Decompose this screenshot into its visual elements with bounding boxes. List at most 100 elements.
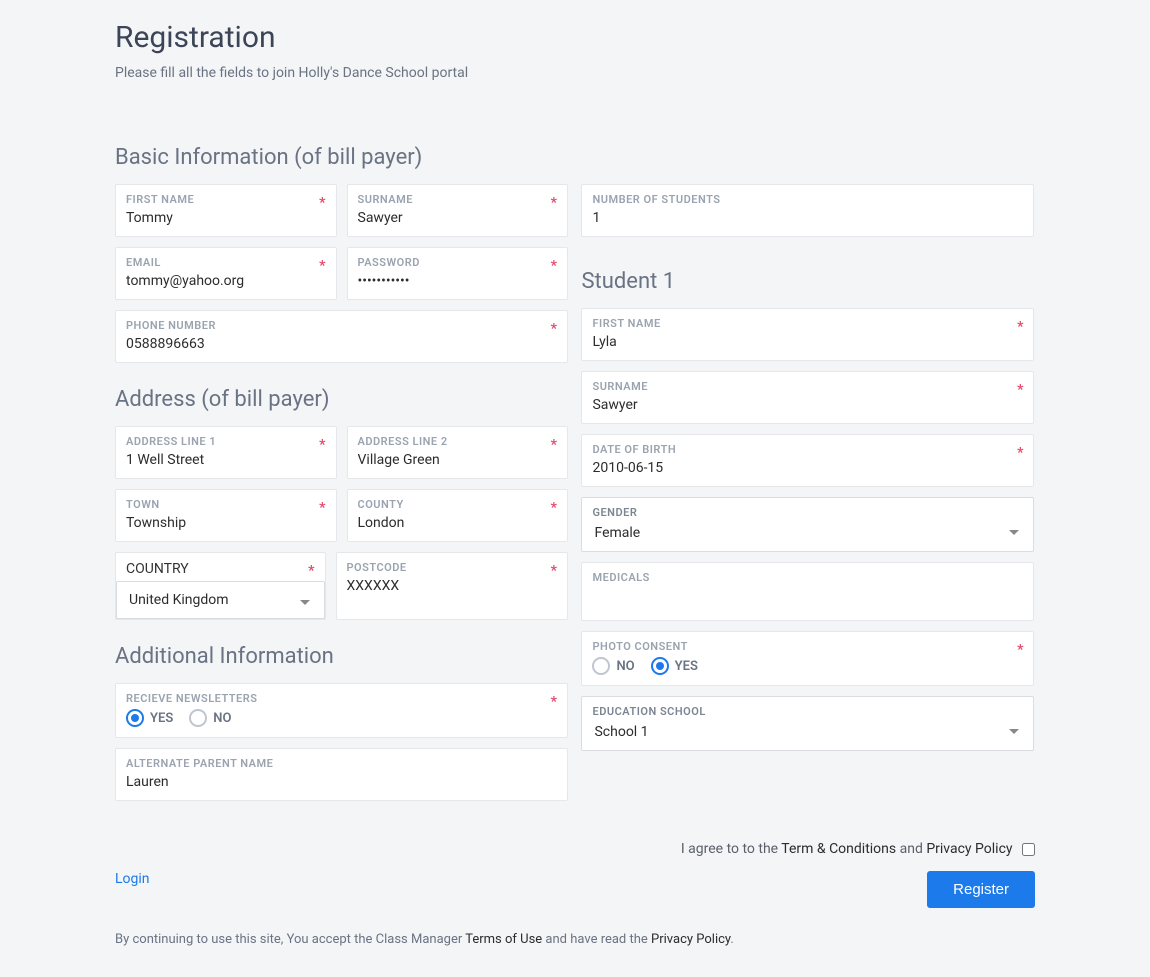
town-input[interactable] xyxy=(126,515,326,531)
radio-icon xyxy=(592,657,610,675)
student-first-name-input[interactable] xyxy=(592,334,1023,350)
privacy-policy-link[interactable]: Privacy Policy xyxy=(651,932,730,947)
required-mark: * xyxy=(319,500,325,516)
county-input[interactable] xyxy=(358,515,558,531)
section-additional-title: Additional Information xyxy=(115,644,568,669)
terms-of-use-link[interactable]: Terms of Use xyxy=(465,932,542,947)
gender-select[interactable]: GENDER Female xyxy=(581,497,1034,552)
photo-consent-yes-radio[interactable]: YES xyxy=(651,657,698,675)
student-dob-label: DATE OF BIRTH xyxy=(592,443,1023,456)
medicals-label: MEDICALS xyxy=(592,571,1023,584)
chevron-down-icon xyxy=(300,600,310,605)
country-value: United Kingdom xyxy=(129,592,229,608)
alt-parent-field[interactable]: ALTERNATE PARENT NAME xyxy=(115,748,568,801)
privacy-link[interactable]: Privacy Policy xyxy=(926,841,1012,857)
required-mark: * xyxy=(1017,382,1023,398)
first-name-label: FIRST NAME xyxy=(126,193,326,206)
required-mark: * xyxy=(1017,642,1023,658)
student-dob-field[interactable]: DATE OF BIRTH * xyxy=(581,434,1034,487)
county-field[interactable]: COUNTY * xyxy=(347,489,569,542)
required-mark: * xyxy=(551,195,557,211)
county-label: COUNTY xyxy=(358,498,558,511)
num-students-field[interactable]: NUMBER OF STUDENTS xyxy=(581,184,1034,237)
addr1-label: ADDRESS LINE 1 xyxy=(126,435,326,448)
required-mark: * xyxy=(551,437,557,453)
medicals-field[interactable]: MEDICALS xyxy=(581,562,1034,621)
required-mark: * xyxy=(551,694,557,710)
postcode-label: POSTCODE xyxy=(347,561,558,574)
student-first-name-field[interactable]: FIRST NAME * xyxy=(581,308,1034,361)
town-field[interactable]: TOWN * xyxy=(115,489,337,542)
student-surname-label: SURNAME xyxy=(592,380,1023,393)
email-field[interactable]: EMAIL * xyxy=(115,247,337,300)
medicals-input[interactable] xyxy=(592,588,1023,610)
student-surname-field[interactable]: SURNAME * xyxy=(581,371,1034,424)
student-surname-input[interactable] xyxy=(592,397,1023,413)
radio-icon xyxy=(651,657,669,675)
gender-label: GENDER xyxy=(582,498,1033,519)
no-label: NO xyxy=(616,659,634,674)
password-label: PASSWORD xyxy=(358,256,558,269)
addr2-input[interactable] xyxy=(358,452,558,468)
photo-consent-no-radio[interactable]: NO xyxy=(592,657,634,675)
edu-school-value: School 1 xyxy=(582,718,1033,750)
login-link[interactable]: Login xyxy=(115,871,150,887)
required-mark: * xyxy=(308,563,314,579)
email-input[interactable] xyxy=(126,273,326,289)
photo-consent-field: PHOTO CONSENT * NO YES xyxy=(581,631,1034,686)
legal-text: By continuing to use this site, You acce… xyxy=(115,932,1035,947)
required-mark: * xyxy=(1017,319,1023,335)
chevron-down-icon xyxy=(1009,530,1019,535)
section-basic-title: Basic Information (of bill payer) xyxy=(115,145,568,170)
country-label: COUNTRY xyxy=(126,561,189,577)
required-mark: * xyxy=(551,563,557,579)
postcode-input[interactable] xyxy=(347,578,558,594)
alt-parent-label: ALTERNATE PARENT NAME xyxy=(126,757,557,770)
surname-input[interactable] xyxy=(358,210,558,226)
page-title: Registration xyxy=(115,20,1035,55)
terms-link[interactable]: Term & Conditions xyxy=(781,841,896,857)
email-label: EMAIL xyxy=(126,256,326,269)
surname-label: SURNAME xyxy=(358,193,558,206)
alt-parent-input[interactable] xyxy=(126,774,557,790)
addr2-label: ADDRESS LINE 2 xyxy=(358,435,558,448)
yes-label: YES xyxy=(150,711,173,726)
no-label: NO xyxy=(213,711,231,726)
country-select[interactable]: United Kingdom xyxy=(116,581,325,619)
chevron-down-icon xyxy=(1009,729,1019,734)
phone-input[interactable] xyxy=(126,336,557,352)
addr1-field[interactable]: ADDRESS LINE 1 * xyxy=(115,426,337,479)
newsletters-no-radio[interactable]: NO xyxy=(189,709,231,727)
newsletters-yes-radio[interactable]: YES xyxy=(126,709,173,727)
num-students-input[interactable] xyxy=(592,210,1023,226)
password-input[interactable] xyxy=(358,273,558,289)
addr2-field[interactable]: ADDRESS LINE 2 * xyxy=(347,426,569,479)
student-dob-input[interactable] xyxy=(592,460,1023,476)
photo-consent-label: PHOTO CONSENT xyxy=(592,640,1023,653)
town-label: TOWN xyxy=(126,498,326,511)
student-first-name-label: FIRST NAME xyxy=(592,317,1023,330)
required-mark: * xyxy=(1017,445,1023,461)
required-mark: * xyxy=(551,321,557,337)
section-student1-title: Student 1 xyxy=(581,269,1034,294)
edu-school-label: EDUCATION SCHOOL xyxy=(582,697,1033,718)
first-name-input[interactable] xyxy=(126,210,326,226)
phone-field[interactable]: PHONE NUMBER * xyxy=(115,310,568,363)
num-students-label: NUMBER OF STUDENTS xyxy=(592,193,1023,206)
agree-checkbox[interactable] xyxy=(1022,843,1035,856)
register-button[interactable]: Register xyxy=(927,871,1035,908)
password-field[interactable]: PASSWORD * xyxy=(347,247,569,300)
postcode-field[interactable]: POSTCODE * xyxy=(336,552,569,620)
newsletters-label: RECIEVE NEWSLETTERS xyxy=(126,692,557,705)
addr1-input[interactable] xyxy=(126,452,326,468)
agree-text: I agree to to the Term & Conditions and … xyxy=(115,841,1035,857)
newsletters-field: RECIEVE NEWSLETTERS * YES NO xyxy=(115,683,568,738)
required-mark: * xyxy=(319,258,325,274)
required-mark: * xyxy=(319,195,325,211)
required-mark: * xyxy=(551,258,557,274)
surname-field[interactable]: SURNAME * xyxy=(347,184,569,237)
edu-school-select[interactable]: EDUCATION SCHOOL School 1 xyxy=(581,696,1034,751)
required-mark: * xyxy=(551,500,557,516)
phone-label: PHONE NUMBER xyxy=(126,319,557,332)
first-name-field[interactable]: FIRST NAME * xyxy=(115,184,337,237)
